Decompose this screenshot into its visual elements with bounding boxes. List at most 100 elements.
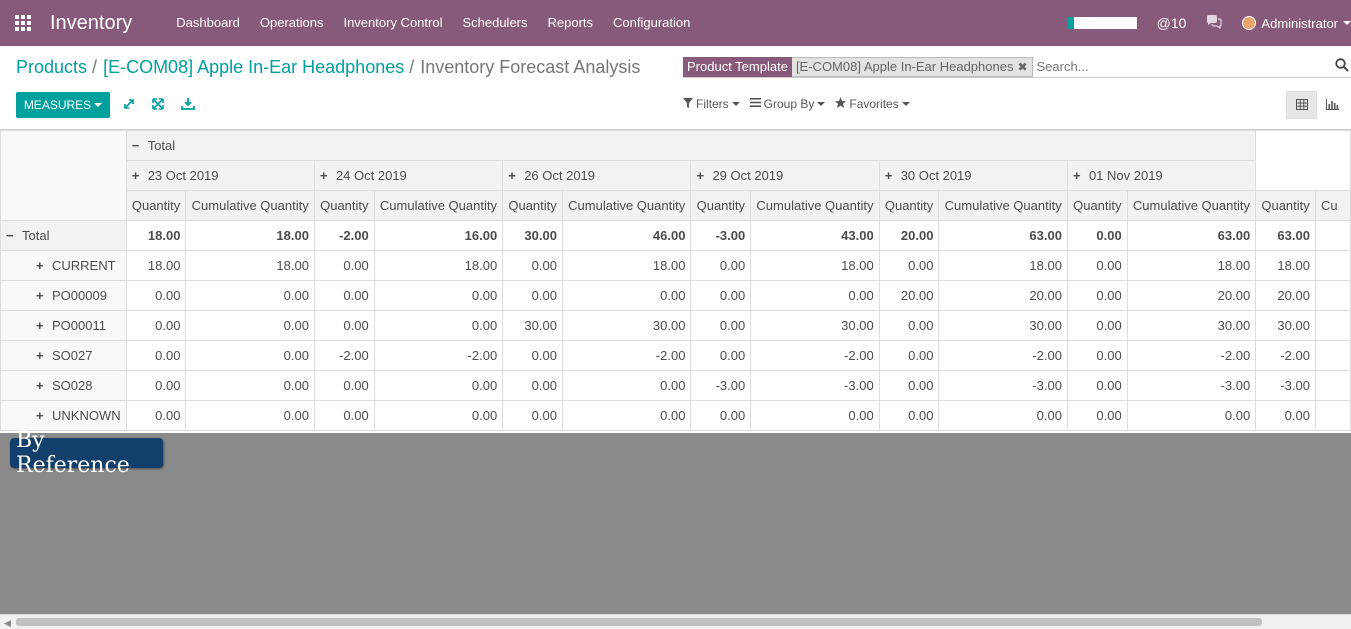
pivot-cell[interactable]: 30.00 <box>1126 310 1257 341</box>
pivot-cell[interactable]: 0.00 <box>1066 250 1128 281</box>
filters-button[interactable]: Filters <box>683 97 740 111</box>
pivot-cell[interactable]: 0.00 <box>690 400 752 431</box>
scroll-left-icon[interactable]: ◀ <box>4 618 11 629</box>
pivot-cell[interactable]: -2.00 <box>373 340 504 371</box>
pivot-grand-total-cell[interactable]: 0.00 <box>1255 400 1316 431</box>
pivot-cell[interactable]: 0.00 <box>125 370 187 401</box>
pivot-cell[interactable]: 0.00 <box>1066 340 1128 371</box>
pivot-cell[interactable] <box>1314 250 1351 281</box>
pivot-cell[interactable]: 0.00 <box>125 310 187 341</box>
expand-all-icon[interactable] <box>151 97 165 111</box>
pivot-cell[interactable]: 20.00 <box>1126 280 1257 311</box>
breadcrumb-product[interactable]: [E-COM08] Apple In-Ear Headphones <box>103 57 404 78</box>
col-header-date[interactable]: +30 Oct 2019 <box>878 160 1068 191</box>
pivot-view-button[interactable] <box>1286 91 1317 119</box>
pivot-cell[interactable]: 0.00 <box>750 400 880 431</box>
pivot-cell[interactable]: 0.00 <box>750 280 880 311</box>
pivot-cell[interactable]: 18.00 <box>185 220 315 251</box>
breadcrumb-products[interactable]: Products <box>16 57 87 78</box>
pivot-cell[interactable]: 0.00 <box>1126 400 1257 431</box>
close-icon[interactable]: ✖ <box>1017 59 1027 75</box>
chat-icon[interactable] <box>1206 14 1223 32</box>
pivot-cell[interactable]: 0.00 <box>561 370 692 401</box>
pivot-cell[interactable]: 0.00 <box>502 250 563 281</box>
pivot-cell[interactable]: 0.00 <box>373 310 504 341</box>
horizontal-scrollbar[interactable]: ◀ <box>0 614 1351 629</box>
pivot-grand-total-cell[interactable]: 20.00 <box>1255 280 1316 311</box>
scrollbar-thumb[interactable] <box>16 618 1262 626</box>
pivot-cell[interactable]: 0.00 <box>502 280 563 311</box>
pivot-cell[interactable]: 0.00 <box>938 400 1068 431</box>
pivot-cell[interactable]: 0.00 <box>690 340 752 371</box>
graph-view-button[interactable] <box>1317 91 1348 119</box>
pivot-cell[interactable]: -2.00 <box>561 340 692 371</box>
pivot-cell[interactable]: -3.00 <box>938 370 1068 401</box>
pivot-cell[interactable]: 0.00 <box>878 370 940 401</box>
flip-axis-icon[interactable] <box>122 97 136 111</box>
pivot-grand-total-cell[interactable]: 63.00 <box>1255 220 1316 251</box>
pivot-cell[interactable]: -3.00 <box>750 370 880 401</box>
measure-header[interactable]: Quantity <box>878 190 940 221</box>
favorites-button[interactable]: Favorites <box>835 97 910 111</box>
pivot-cell[interactable]: 0.00 <box>313 370 375 401</box>
row-header[interactable]: + PO00011 <box>0 310 127 341</box>
pivot-cell[interactable]: 30.00 <box>502 220 563 251</box>
pivot-cell[interactable]: 0.00 <box>878 340 940 371</box>
row-header[interactable]: + PO00009 <box>0 280 127 311</box>
pivot-cell[interactable]: 18.00 <box>938 250 1068 281</box>
pivot-cell[interactable]: -3.00 <box>690 220 752 251</box>
col-header-date[interactable]: +24 Oct 2019 <box>313 160 504 191</box>
pivot-cell[interactable]: 18.00 <box>185 250 315 281</box>
pivot-cell[interactable]: -3.00 <box>690 370 752 401</box>
pivot-cell[interactable]: -2.00 <box>1126 340 1257 371</box>
pivot-cell[interactable]: 0.00 <box>373 370 504 401</box>
pivot-grand-total-cell[interactable]: 30.00 <box>1255 310 1316 341</box>
measure-header[interactable]: Quantity <box>1066 190 1128 221</box>
apps-menu-icon[interactable] <box>0 0 46 46</box>
pivot-cell[interactable]: 46.00 <box>561 220 692 251</box>
pivot-grand-total-cell[interactable]: -2.00 <box>1255 340 1316 371</box>
row-header[interactable]: + SO028 <box>0 370 127 401</box>
pivot-cell[interactable]: 0.00 <box>313 280 375 311</box>
pivot-cell[interactable]: 30.00 <box>750 310 880 341</box>
pivot-cell[interactable]: 63.00 <box>1126 220 1257 251</box>
measures-button[interactable]: MEASURES <box>16 92 110 118</box>
row-header[interactable]: + CURRENT <box>0 250 127 281</box>
pivot-cell[interactable]: 0.00 <box>125 280 187 311</box>
pivot-cell[interactable]: 0.00 <box>1066 220 1128 251</box>
row-header[interactable]: + SO027 <box>0 340 127 371</box>
pivot-cell[interactable] <box>1314 400 1351 431</box>
measure-header[interactable]: Cumulative Quantity <box>373 190 504 221</box>
pivot-cell[interactable] <box>1314 340 1351 371</box>
pivot-cell[interactable]: 0.00 <box>373 280 504 311</box>
pivot-cell[interactable]: 0.00 <box>561 400 692 431</box>
pivot-cell[interactable] <box>1314 220 1351 251</box>
pivot-cell[interactable]: 0.00 <box>185 310 315 341</box>
col-header-date[interactable]: +23 Oct 2019 <box>125 160 315 191</box>
row-header[interactable]: + UNKNOWN <box>0 400 127 431</box>
pivot-cell[interactable]: 18.00 <box>561 250 692 281</box>
pivot-cell[interactable]: 0.00 <box>125 400 187 431</box>
pivot-cell[interactable]: 0.00 <box>561 280 692 311</box>
pivot-cell[interactable]: 0.00 <box>1066 280 1128 311</box>
user-menu[interactable]: Administrator <box>1242 16 1351 31</box>
measure-header[interactable]: Quantity <box>313 190 375 221</box>
pivot-grand-total-cell[interactable]: -3.00 <box>1255 370 1316 401</box>
pivot-cell[interactable]: 18.00 <box>125 250 187 281</box>
pivot-cell[interactable]: 0.00 <box>502 340 563 371</box>
pivot-grand-total-cell[interactable]: 18.00 <box>1255 250 1316 281</box>
pivot-cell[interactable]: 0.00 <box>878 310 940 341</box>
col-header-total[interactable]: − Total <box>125 130 1257 161</box>
pivot-cell[interactable]: 18.00 <box>373 250 504 281</box>
pivot-cell[interactable]: 0.00 <box>313 400 375 431</box>
pivot-cell[interactable]: 0.00 <box>185 400 315 431</box>
pivot-cell[interactable] <box>1314 280 1351 311</box>
menu-reports[interactable]: Reports <box>538 0 604 46</box>
pivot-cell[interactable]: 0.00 <box>878 250 940 281</box>
pivot-cell[interactable]: 0.00 <box>313 310 375 341</box>
measure-header[interactable]: Quantity <box>502 190 563 221</box>
menu-inventory-control[interactable]: Inventory Control <box>333 0 452 46</box>
pivot-cell[interactable]: 0.00 <box>502 370 563 401</box>
menu-dashboard[interactable]: Dashboard <box>166 0 250 46</box>
pivot-cell[interactable] <box>1314 310 1351 341</box>
